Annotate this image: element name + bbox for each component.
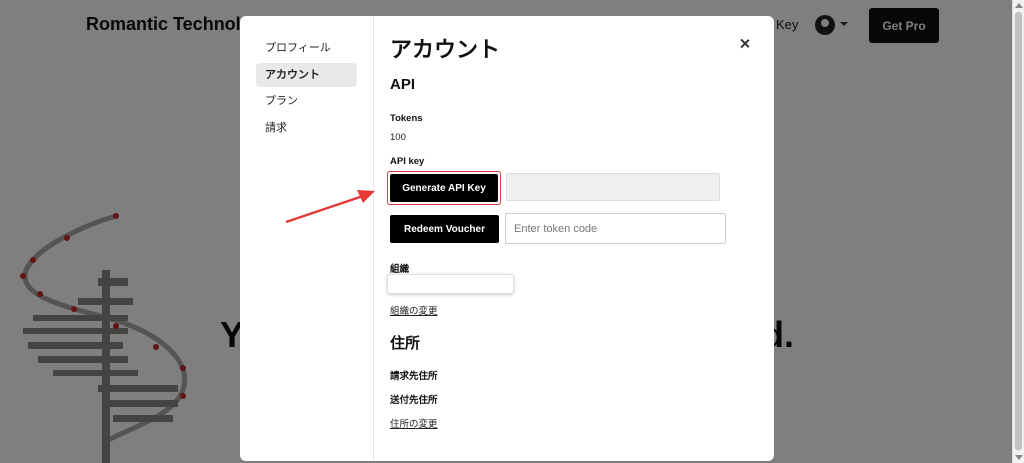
billing-address-label: 請求先住所	[390, 371, 438, 382]
scroll-down-icon[interactable]	[1015, 455, 1023, 460]
scrollbar-thumb[interactable]	[1015, 12, 1022, 450]
generate-api-key-button[interactable]: Generate API Key	[390, 174, 498, 202]
annotation-arrow-icon	[285, 190, 375, 224]
nav-item-billing[interactable]: 請求	[256, 116, 357, 140]
redeem-voucher-button[interactable]: Redeem Voucher	[390, 215, 499, 243]
voucher-code-input[interactable]	[505, 213, 726, 244]
organization-field[interactable]	[387, 274, 514, 294]
api-key-label: API key	[390, 156, 425, 167]
address-heading: 住所	[390, 335, 421, 352]
api-key-field	[506, 173, 720, 201]
nav-item-account[interactable]: アカウント	[256, 62, 357, 87]
nav-item-plan[interactable]: プラン	[256, 89, 357, 113]
scroll-up-icon[interactable]	[1015, 3, 1023, 8]
shipping-address-label: 送付先住所	[390, 395, 438, 406]
organization-label: 組織	[390, 264, 410, 275]
tokens-value: 100	[390, 132, 406, 143]
settings-content: アカウント API Tokens 100 API key Generate AP…	[387, 16, 774, 461]
settings-nav: プロフィール アカウント プラン 請求	[240, 16, 374, 461]
close-icon[interactable]	[738, 37, 752, 51]
nav-item-profile[interactable]: プロフィール	[256, 36, 357, 60]
page-scrollbar[interactable]	[1012, 0, 1024, 463]
change-organization-link[interactable]: 組織の変更	[390, 303, 438, 317]
tokens-label: Tokens	[390, 113, 423, 124]
modal-title: アカウント	[390, 37, 501, 62]
change-address-link[interactable]: 住所の変更	[390, 416, 438, 430]
api-heading: API	[390, 76, 416, 93]
settings-modal: プロフィール アカウント プラン 請求 アカウント API Tokens 100…	[240, 16, 774, 461]
